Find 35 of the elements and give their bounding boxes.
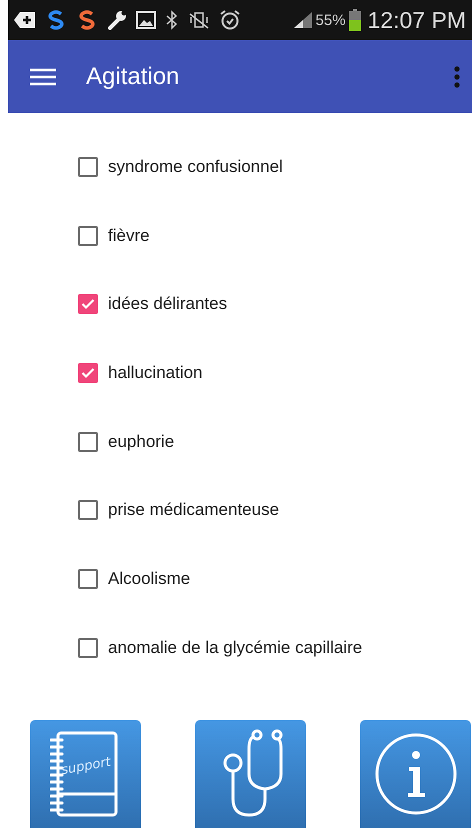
battery-percentage: 55%: [316, 12, 346, 28]
notebook-button[interactable]: support: [30, 720, 141, 828]
info-button[interactable]: [360, 720, 471, 828]
checkbox-label: idées délirantes: [108, 294, 228, 314]
checkbox[interactable]: [78, 569, 98, 590]
menu-icon[interactable]: [30, 68, 56, 86]
vibrate-off-icon: [188, 10, 210, 30]
more-options-icon[interactable]: [454, 66, 460, 88]
checkmark-icon: [81, 298, 95, 310]
add-tag-icon: [14, 11, 36, 29]
stethoscope-button[interactable]: [195, 720, 306, 828]
checkbox[interactable]: [78, 638, 98, 658]
screen-title: Agitation: [86, 62, 180, 90]
checkbox[interactable]: [78, 432, 98, 452]
alarm-icon: [219, 9, 241, 31]
checkbox-label: hallucination: [108, 363, 203, 384]
checkbox-label: fièvre: [108, 226, 150, 246]
image-icon: [136, 11, 156, 29]
checkbox-label: prise médicamenteuse: [108, 500, 280, 520]
signal-icon: [292, 11, 313, 29]
bluetooth-icon: [165, 10, 179, 30]
wrench-icon: [107, 10, 127, 30]
checkbox[interactable]: [78, 294, 98, 314]
clock-time: 12:07 PM: [368, 6, 466, 34]
checkbox[interactable]: [78, 157, 98, 177]
checkbox-label: Alcoolisme: [108, 569, 190, 590]
checkmark-icon: [81, 367, 95, 380]
checkbox-label: anomalie de la glycémie capillaire: [108, 638, 362, 658]
battery-icon: [348, 9, 361, 31]
info-icon: [372, 731, 458, 817]
checkbox[interactable]: [78, 363, 98, 384]
checkbox[interactable]: [78, 226, 98, 246]
checkbox[interactable]: [78, 500, 98, 520]
checkbox-label: syndrome confusionnel: [108, 157, 283, 177]
checkbox-label: euphorie: [108, 432, 174, 452]
